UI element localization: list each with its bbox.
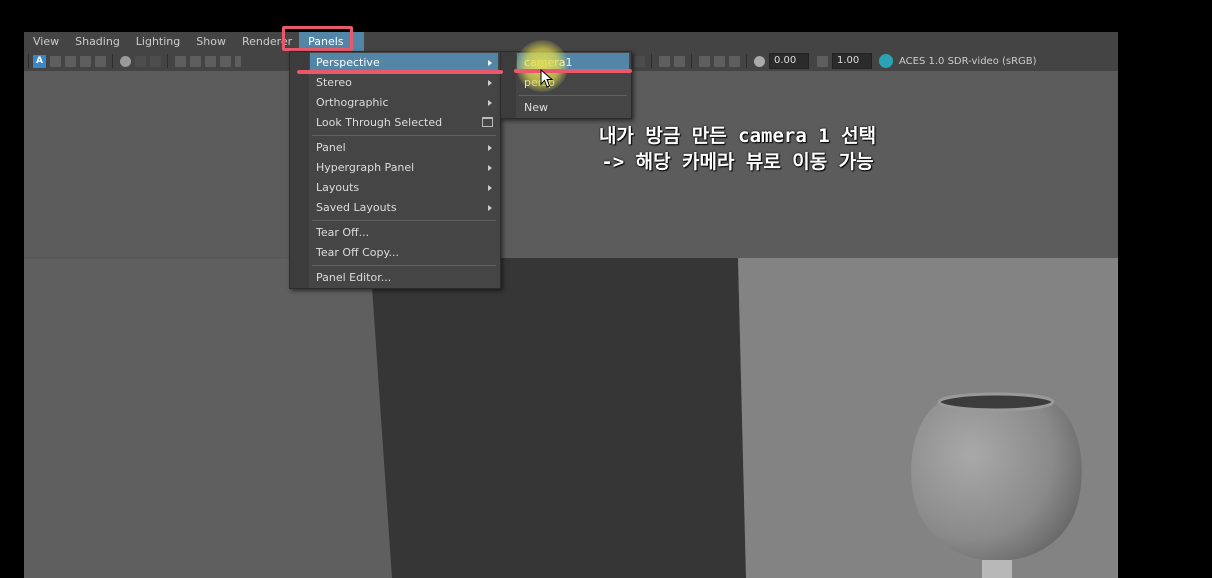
annotation-line-2: -> 해당 카메라 뷰로 이동 가능 (601, 151, 874, 173)
submenu-arrow-icon (488, 185, 492, 191)
anti-aliasing-icon[interactable] (634, 55, 645, 67)
exposure-icon[interactable] (754, 55, 765, 67)
gamma-icon[interactable] (817, 55, 828, 67)
menu-divider (312, 220, 496, 221)
2d-pan-zoom-icon[interactable] (95, 55, 106, 67)
menu-divider (312, 135, 496, 136)
tutorial-annotation: 내가 방금 만든 camera 1 선택 -> 해당 카메라 뷰로 이동 가능 (545, 123, 930, 175)
menu-item-orthographic[interactable]: Orthographic (310, 93, 498, 113)
menu-lighting[interactable]: Lighting (127, 32, 187, 51)
vase-model (911, 392, 1082, 578)
submenu-arrow-icon (488, 60, 492, 66)
camera-icon[interactable] (175, 55, 186, 67)
exposure-field[interactable]: 0.00 (769, 53, 809, 69)
xray-joints-icon[interactable] (714, 55, 725, 67)
toolbar-separator (691, 54, 692, 68)
bookmark-icon[interactable] (65, 55, 76, 67)
safe-action-icon[interactable] (235, 55, 241, 67)
menu-gutter (501, 52, 516, 118)
camera1-underline (514, 69, 632, 73)
menu-item-label: Orthographic (316, 96, 389, 109)
menu-divider (519, 95, 627, 96)
menu-item-label: Saved Layouts (316, 201, 397, 214)
xray-icon[interactable] (674, 55, 685, 67)
grease-pencil-icon[interactable] (120, 55, 131, 67)
menu-item-tear-off-copy[interactable]: Tear Off Copy... (310, 243, 498, 263)
panel-menubar: View Shading Lighting Show Renderer Pane… (24, 32, 1118, 51)
isolate-select-icon[interactable] (659, 55, 670, 67)
menu-item-label: Tear Off Copy... (316, 246, 399, 259)
menu-item-layouts[interactable]: Layouts (310, 178, 498, 198)
panels-dropdown-menu: Perspective Stereo Orthographic Look Thr… (289, 51, 501, 289)
menu-item-label: Layouts (316, 181, 360, 194)
color-space-label[interactable]: ACES 1.0 SDR-video (sRGB) (899, 56, 1037, 67)
color-management-icon[interactable] (879, 54, 893, 68)
mouse-pointer-icon (540, 69, 554, 88)
menu-show[interactable]: Show (187, 32, 233, 51)
gamma-field[interactable]: 1.00 (832, 53, 872, 69)
select-camera-icon[interactable]: A (33, 54, 46, 68)
submenu-arrow-icon (488, 205, 492, 211)
menu-view[interactable]: View (24, 32, 66, 51)
toolbar-separator (651, 54, 652, 68)
submenu-item-new[interactable]: New (517, 98, 629, 118)
menu-item-panel[interactable]: Panel (310, 138, 498, 158)
maya-window: View Shading Lighting Show Renderer Pane… (0, 0, 1212, 578)
menu-item-label: Stereo (316, 76, 352, 89)
toolbar-separator (167, 54, 168, 68)
grid-icon[interactable] (135, 55, 146, 67)
perspective-underline (297, 70, 503, 74)
menu-item-label: Look Through Selected (316, 116, 443, 129)
xray-active-icon[interactable] (699, 55, 710, 67)
gate-mask-icon[interactable] (205, 55, 216, 67)
menu-item-label: Hypergraph Panel (316, 161, 415, 174)
camera-attributes-icon[interactable] (50, 55, 61, 67)
menu-item-label: Tear Off... (316, 226, 370, 239)
submenu-arrow-icon (488, 145, 492, 151)
panels-highlight-box (282, 26, 353, 51)
menu-item-hypergraph-panel[interactable]: Hypergraph Panel (310, 158, 498, 178)
backface-culling-icon[interactable] (729, 55, 740, 67)
menu-item-tear-off[interactable]: Tear Off... (310, 223, 498, 243)
menu-divider (312, 265, 496, 266)
window-icon[interactable] (482, 117, 493, 127)
toolbar-separator (746, 54, 747, 68)
annotation-line-1: 내가 방금 만든 camera 1 선택 (598, 125, 877, 147)
film-gate-icon[interactable] (150, 55, 161, 67)
toolbar-separator (112, 54, 113, 68)
resolution-gate-icon[interactable] (190, 55, 201, 67)
menu-item-look-through-selected[interactable]: Look Through Selected (310, 113, 498, 133)
image-plane-icon[interactable] (80, 55, 91, 67)
submenu-arrow-icon (488, 80, 492, 86)
menu-shading[interactable]: Shading (66, 32, 127, 51)
menu-item-label: Panel Editor... (316, 271, 392, 284)
field-chart-icon[interactable] (220, 55, 231, 67)
menu-item-label: Panel (316, 141, 346, 154)
toolbar-grip (28, 54, 29, 68)
submenu-arrow-icon (488, 165, 492, 171)
submenu-arrow-icon (488, 100, 492, 106)
menu-item-label: Perspective (316, 56, 380, 69)
menu-item-panel-editor[interactable]: Panel Editor... (310, 268, 498, 288)
menu-gutter (290, 52, 309, 288)
menu-item-stereo[interactable]: Stereo (310, 73, 498, 93)
menu-item-saved-layouts[interactable]: Saved Layouts (310, 198, 498, 218)
